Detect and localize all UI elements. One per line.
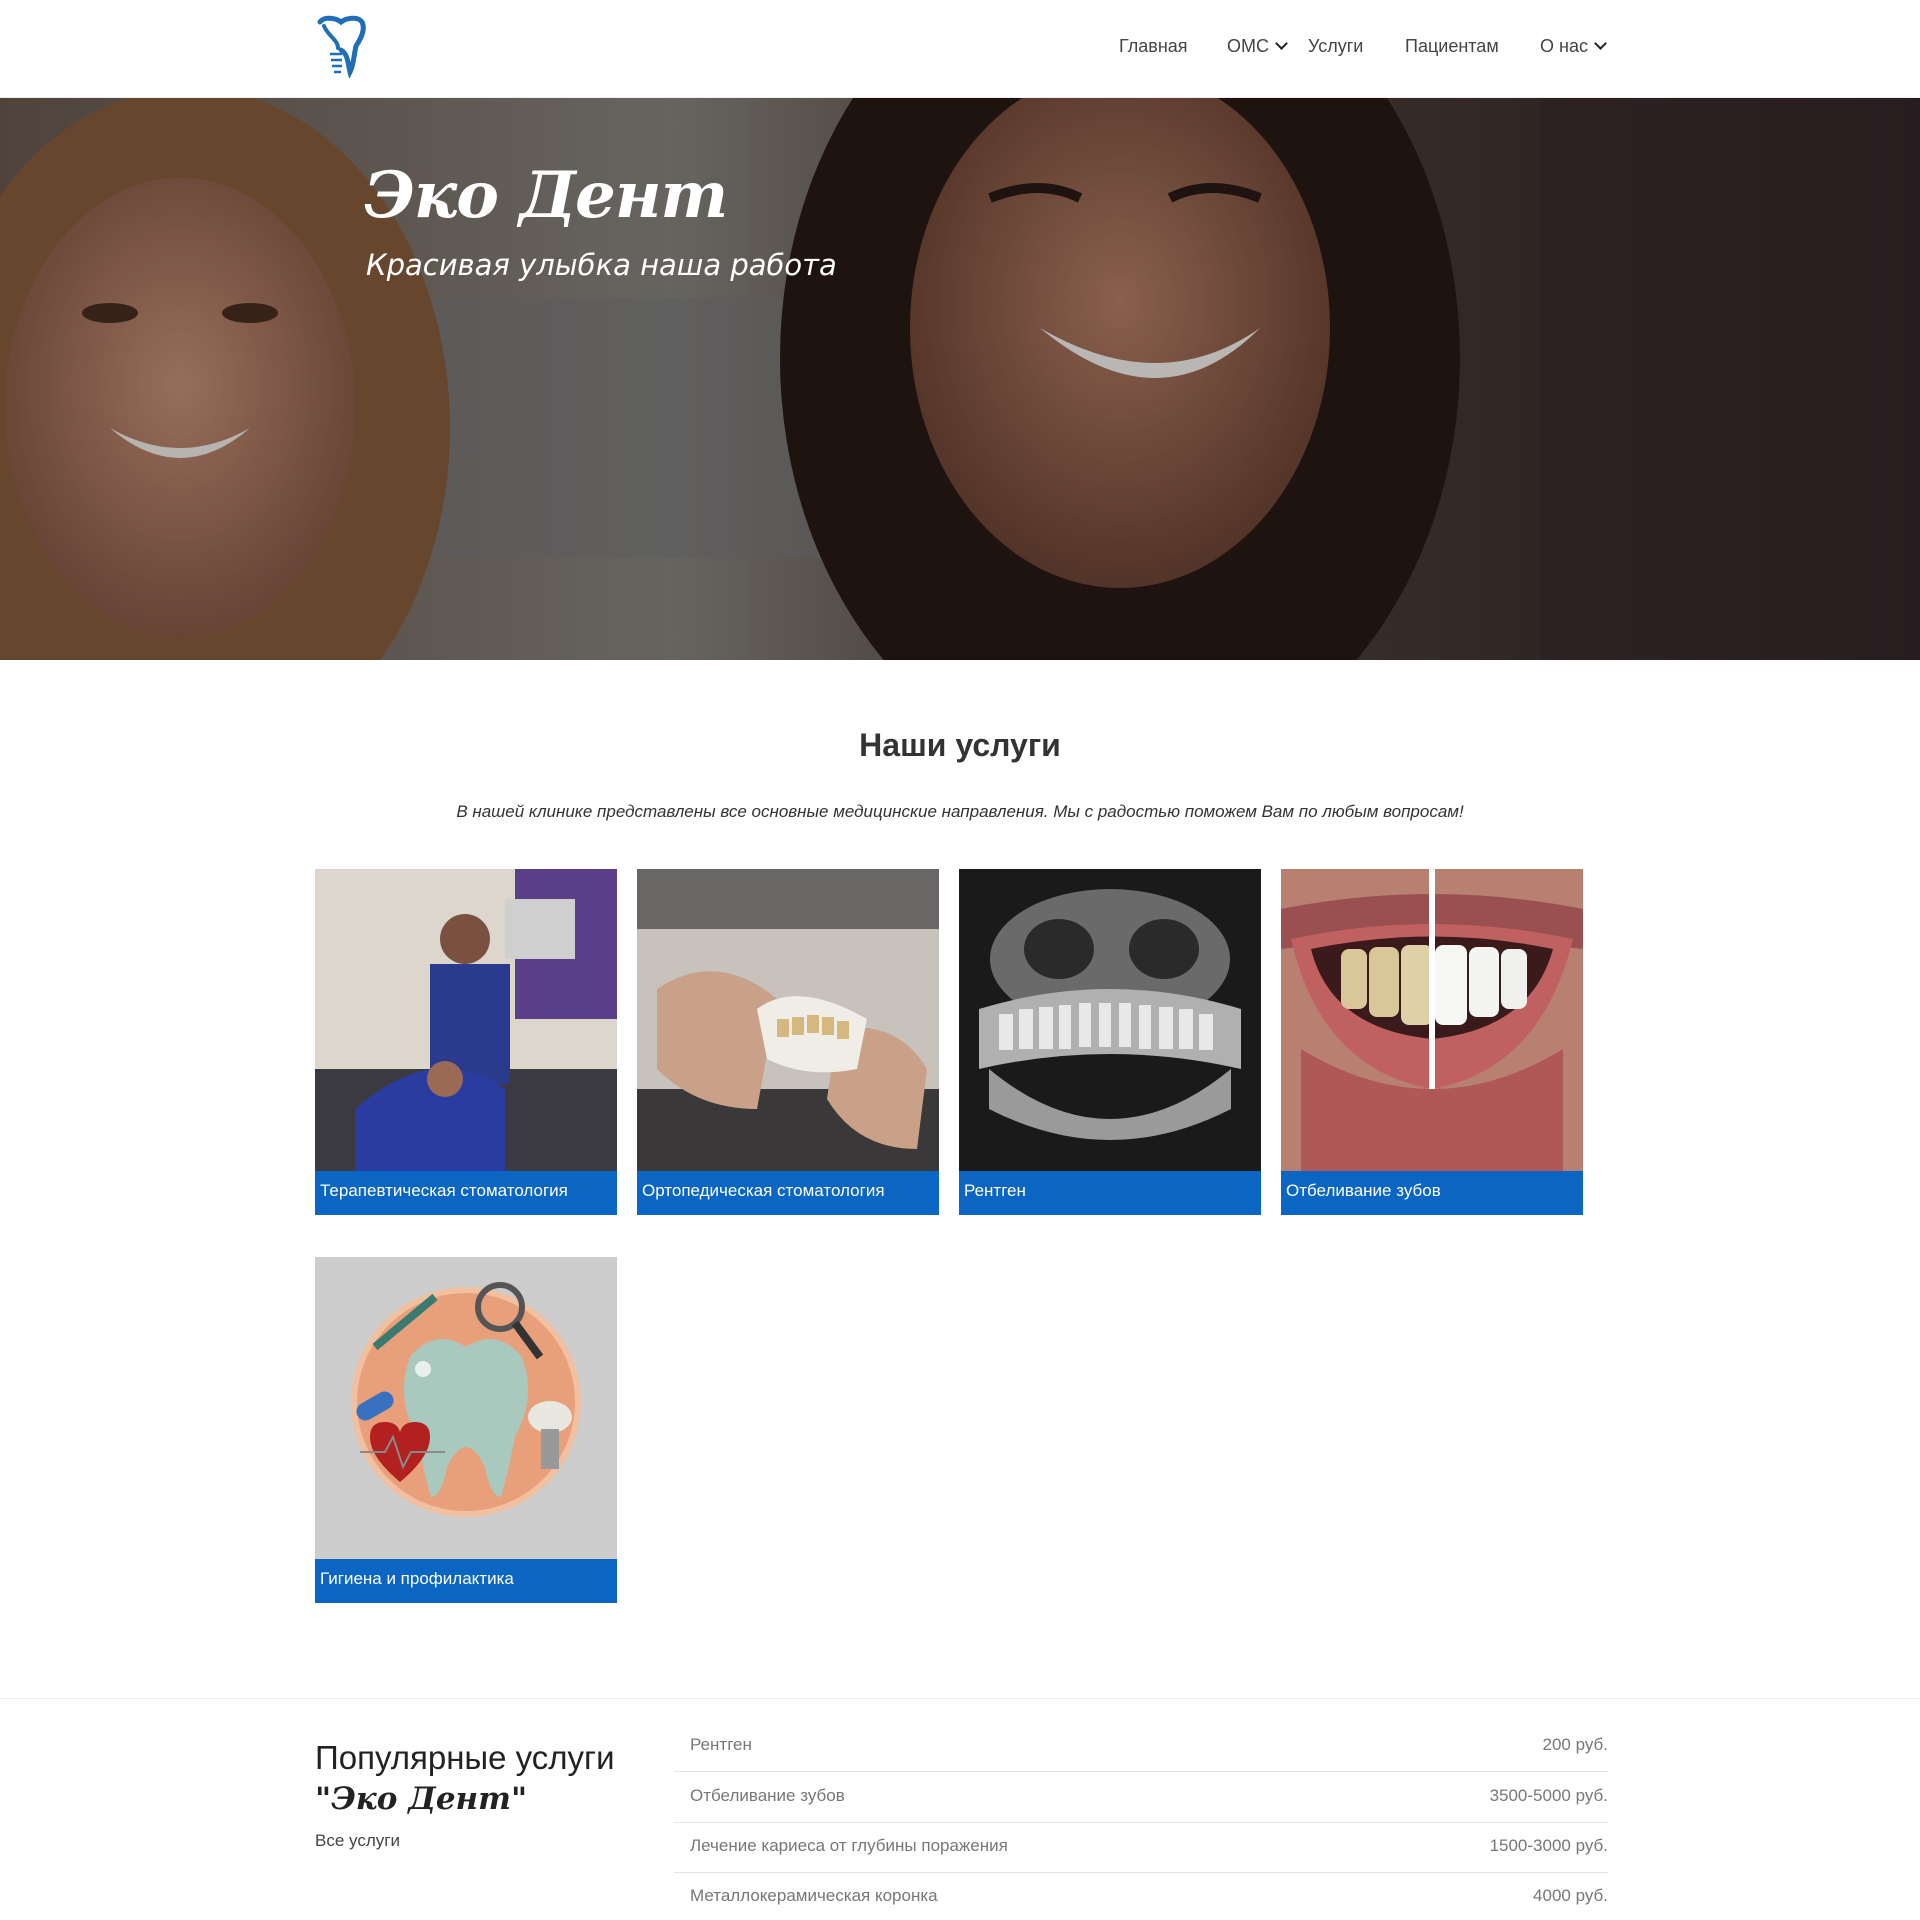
service-card-orthopedic[interactable]: Ортопедическая стоматология [637,869,939,1215]
hero-title: Эко Дент [364,158,728,233]
nav-home[interactable]: Главная [1119,30,1188,62]
price-name: Лечение кариеса от глубины поражения [690,1836,1008,1855]
xray-photo [959,869,1261,1171]
services-title: Наши услуги [859,727,1061,763]
hero-photo [0,98,1920,660]
price-name: Отбеливание зубов [690,1786,845,1805]
tooth-implant-icon[interactable] [314,14,368,78]
price-row: Лечение кариеса от глубины поражения 150… [674,1822,1608,1873]
popular-title: Популярные услуги [315,1739,615,1776]
nav-services[interactable]: Услуги [1308,30,1363,62]
service-card-hygiene[interactable]: Гигиена и профилактика [315,1257,617,1603]
price-value: 4000 руб. [1533,1886,1608,1905]
service-card-label: Терапевтическая стоматология [315,1171,617,1215]
nav-about[interactable]: О нас [1540,30,1607,62]
price-row: Рентген 200 руб. [674,1721,1608,1772]
price-value: 3500-5000 руб. [1489,1786,1608,1805]
site-header: Главная ОМС Услуги Пациентам О нас [0,0,1920,98]
nav-home-label: Главная [1119,36,1188,56]
whitening-photo [1281,869,1583,1171]
nav-oms[interactable]: ОМС [1227,30,1288,62]
therapy-photo [315,869,617,1171]
service-card-label: Отбеливание зубов [1281,1171,1583,1215]
hero-subtitle: Красивая улыбка наша работа [366,248,837,282]
service-card-label: Ортопедическая стоматология [637,1171,939,1215]
price-value: 200 руб. [1542,1735,1608,1754]
popular-services-section: Популярные услуги "Эко Дент" Все услуги … [0,1698,1920,1920]
main-nav: Главная ОМС Услуги Пациентам О нас [1100,30,1920,62]
price-name: Металлокерамическая коронка [690,1886,938,1905]
all-services-link[interactable]: Все услуги [315,1831,400,1851]
nav-oms-label: ОМС [1227,36,1269,56]
chevron-down-icon [1594,37,1607,50]
service-card-label: Рентген [959,1171,1261,1215]
price-row: Металлокерамическая коронка 4000 руб. [674,1872,1608,1920]
nav-patients-label: Пациентам [1405,36,1499,56]
hero-banner: Эко Дент Красивая улыбка наша работа [0,98,1920,660]
hygiene-illustration [315,1257,617,1559]
popular-brand: "Эко Дент" [315,1781,528,1817]
price-name: Рентген [690,1735,752,1754]
service-card-label: Гигиена и профилактика [315,1559,617,1603]
services-description: В нашей клинике представлены все основны… [456,802,1464,821]
nav-patients[interactable]: Пациентам [1405,30,1499,62]
orthopedic-photo [637,869,939,1171]
service-card-xray[interactable]: Рентген [959,869,1261,1215]
price-row: Отбеливание зубов 3500-5000 руб. [674,1772,1608,1823]
service-card-therapy[interactable]: Терапевтическая стоматология [315,869,617,1215]
nav-about-label: О нас [1540,36,1588,56]
chevron-down-icon [1275,37,1288,50]
nav-services-label: Услуги [1308,36,1364,56]
service-card-whitening[interactable]: Отбеливание зубов [1281,869,1583,1215]
price-value: 1500-3000 руб. [1489,1836,1608,1855]
